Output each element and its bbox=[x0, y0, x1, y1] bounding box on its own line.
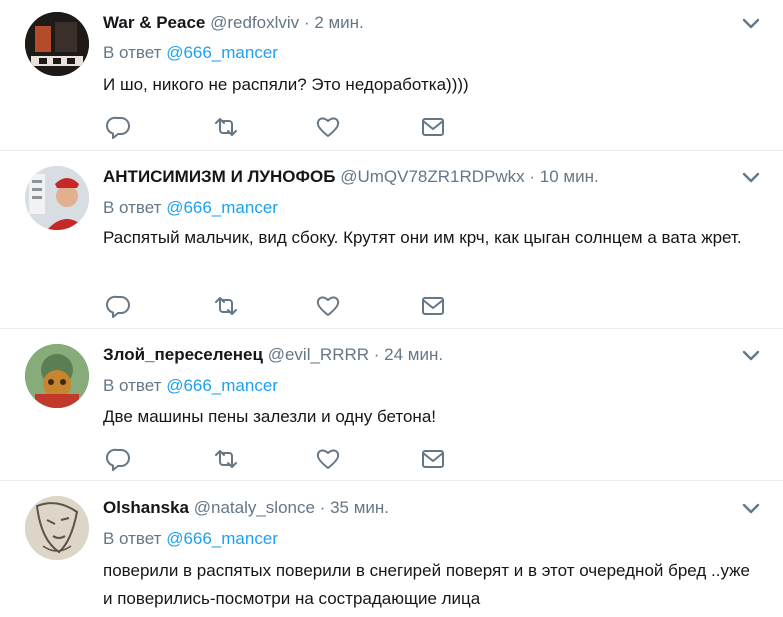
display-name[interactable]: Olshanska bbox=[103, 498, 189, 517]
reply-prefix: В ответ bbox=[103, 198, 162, 217]
user-handle[interactable]: @evil_RRRR bbox=[268, 345, 369, 364]
separator: · bbox=[373, 345, 380, 364]
reply-icon[interactable] bbox=[106, 114, 132, 140]
avatar-image bbox=[25, 496, 89, 560]
reply-icon[interactable] bbox=[106, 446, 132, 472]
reply-context: В ответ @666_mancer bbox=[103, 42, 278, 64]
retweet-icon[interactable] bbox=[213, 293, 239, 319]
tweet-text: поверили в распятых поверили в снегирей … bbox=[103, 561, 750, 608]
avatar[interactable] bbox=[25, 344, 89, 408]
tweet[interactable]: АНТИСИМИЗМ И ЛУНОФОБ @UmQV78ZR1RDPwkx · … bbox=[0, 151, 783, 329]
like-icon[interactable] bbox=[315, 446, 341, 472]
timestamp[interactable]: 35 мин. bbox=[330, 498, 389, 517]
timestamp[interactable]: 10 мин. bbox=[540, 167, 599, 186]
chevron-down-icon[interactable] bbox=[741, 502, 761, 516]
reply-prefix: В ответ bbox=[103, 376, 162, 395]
separator: · bbox=[319, 498, 326, 517]
tweet-header: War & Peace @redfoxlviv · 2 мин. bbox=[103, 12, 364, 34]
avatar-image bbox=[25, 12, 89, 76]
tweet-text: Две машины пены залезли и одну бетона! bbox=[103, 407, 437, 426]
retweet-icon[interactable] bbox=[213, 446, 239, 472]
chevron-down-icon[interactable] bbox=[741, 17, 761, 31]
reply-context: В ответ @666_mancer bbox=[103, 528, 278, 550]
direct-message-icon[interactable] bbox=[420, 114, 446, 140]
tweet[interactable]: War & Peace @redfoxlviv · 2 мин. В ответ… bbox=[0, 0, 783, 151]
chevron-down-icon[interactable] bbox=[741, 171, 761, 185]
like-icon[interactable] bbox=[315, 114, 341, 140]
tweet[interactable]: Злой_переселенец @evil_RRRR · 24 мин. В … bbox=[0, 329, 783, 481]
tweet-header: АНТИСИМИЗМ И ЛУНОФОБ @UmQV78ZR1RDPwkx · … bbox=[103, 166, 599, 188]
reply-mention-link[interactable]: @666_mancer bbox=[166, 198, 278, 217]
reply-prefix: В ответ bbox=[103, 43, 162, 62]
timestamp[interactable]: 24 мин. bbox=[384, 345, 443, 364]
tweet-actions bbox=[103, 114, 463, 140]
display-name[interactable]: Злой_переселенец bbox=[103, 345, 263, 364]
display-name[interactable]: War & Peace bbox=[103, 13, 205, 32]
avatar-image bbox=[25, 344, 89, 408]
separator: · bbox=[303, 13, 310, 32]
reply-context: В ответ @666_mancer bbox=[103, 197, 278, 219]
separator: · bbox=[529, 167, 536, 186]
reply-icon[interactable] bbox=[106, 293, 132, 319]
avatar[interactable] bbox=[25, 166, 89, 230]
avatar[interactable] bbox=[25, 12, 89, 76]
tweet-text: И шо, никого не распяли? Это недоработка… bbox=[103, 75, 469, 94]
tweet-actions bbox=[103, 293, 463, 319]
reply-mention-link[interactable]: @666_mancer bbox=[166, 43, 278, 62]
direct-message-icon[interactable] bbox=[420, 293, 446, 319]
direct-message-icon[interactable] bbox=[420, 446, 446, 472]
reply-mention-link[interactable]: @666_mancer bbox=[166, 376, 278, 395]
tweet-header: Злой_переселенец @evil_RRRR · 24 мин. bbox=[103, 344, 443, 366]
reply-mention-link[interactable]: @666_mancer bbox=[166, 529, 278, 548]
display-name[interactable]: АНТИСИМИЗМ И ЛУНОФОБ bbox=[103, 167, 335, 186]
user-handle[interactable]: @redfoxlviv bbox=[210, 13, 299, 32]
timestamp[interactable]: 2 мин. bbox=[314, 13, 363, 32]
chevron-down-icon[interactable] bbox=[741, 349, 761, 363]
avatar[interactable] bbox=[25, 496, 89, 560]
reply-prefix: В ответ bbox=[103, 529, 162, 548]
retweet-icon[interactable] bbox=[213, 114, 239, 140]
tweet-text: Распятый мальчик, вид сбоку. Крутят они … bbox=[103, 228, 742, 247]
like-icon[interactable] bbox=[315, 293, 341, 319]
user-handle[interactable]: @nataly_slonce bbox=[194, 498, 315, 517]
reply-context: В ответ @666_mancer bbox=[103, 375, 278, 397]
user-handle[interactable]: @UmQV78ZR1RDPwkx bbox=[340, 167, 524, 186]
tweet-header: Olshanska @nataly_slonce · 35 мин. bbox=[103, 497, 389, 519]
tweet-actions bbox=[103, 446, 463, 472]
tweet[interactable]: Olshanska @nataly_slonce · 35 мин. В отв… bbox=[0, 481, 783, 617]
avatar-image bbox=[25, 166, 89, 230]
